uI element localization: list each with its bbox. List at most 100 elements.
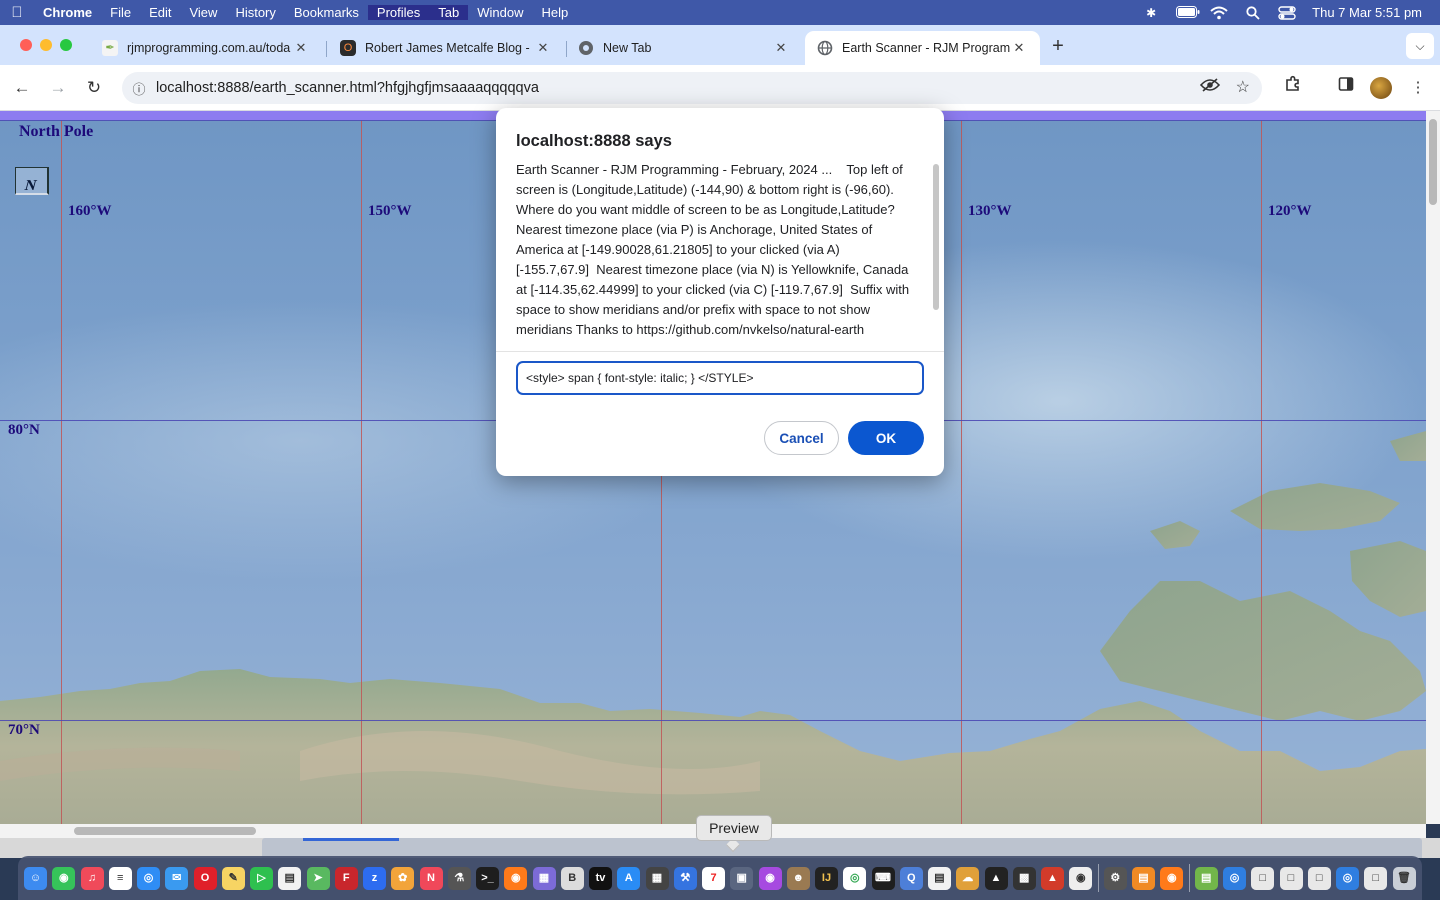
terminal-icon[interactable]: >_ [476,866,499,890]
app-store-icon[interactable]: A [617,866,641,890]
tab-new-tab[interactable]: New Tab ✕ [566,31,802,65]
filezilla-icon[interactable]: F [334,866,358,890]
apple-tv-icon[interactable]: tv [589,866,612,890]
site-info-icon[interactable]: ⓘ [122,79,156,98]
globe-stack-icon[interactable]: ◎ [1336,866,1359,890]
extensions-puzzle-icon[interactable] [1280,75,1306,101]
menu-bookmarks[interactable]: Bookmarks [285,5,368,20]
firefox-icon[interactable]: ◉ [504,866,528,890]
scroll-thumb[interactable] [933,164,939,310]
xcode-icon[interactable]: ⚒ [673,866,697,890]
messages-icon[interactable]: ◉ [52,866,76,890]
globe-stack-icon[interactable]: ◎ [1223,866,1246,890]
chrome-icon[interactable]: ◎ [843,866,867,890]
window-thumbnail-icon[interactable]: □ [1307,866,1331,890]
tab-search-chevron-down-icon[interactable]: ⌵ [1406,33,1434,59]
bbedit-icon[interactable]: B [560,866,584,890]
url-text[interactable]: localhost:8888/earth_scanner.html?hfgjhg… [156,80,539,96]
gimp-icon[interactable]: ☁ [956,866,980,890]
menu-profiles[interactable]: Profiles [367,5,430,20]
north-compass-marker[interactable]: N [15,167,49,195]
activity-monitor-icon[interactable]: ▩ [1012,866,1036,890]
profile-avatar[interactable] [1370,77,1392,99]
prompt-input[interactable] [516,361,924,395]
ok-button[interactable]: OK [848,421,924,455]
menu-file[interactable]: File [101,5,140,20]
menu-clock[interactable]: Thu 7 Mar 5:51 pm [1312,5,1422,20]
menu-edit[interactable]: Edit [140,5,180,20]
finder-icon[interactable]: ☺ [24,866,47,890]
photos-icon[interactable]: ✿ [391,866,415,890]
trash-icon[interactable]: 🗑 [1392,866,1416,890]
close-window-button[interactable] [20,39,32,51]
window-thumbnail-icon[interactable]: □ [1251,866,1275,890]
apple-menu-icon[interactable]:  [0,4,34,21]
intellij-icon[interactable]: IJ [815,866,838,890]
preview-icon[interactable]: ▣ [730,866,754,890]
side-panel-icon[interactable] [1333,75,1359,101]
safari-icon[interactable]: ◎ [137,866,160,890]
bluetooth-icon[interactable]: ✱ [1142,6,1160,20]
inkscape-icon[interactable]: ▲ [984,866,1008,890]
zoom-window-button[interactable] [60,39,72,51]
launchpad-icon[interactable]: ▦ [532,866,556,890]
vertical-scrollbar[interactable] [1426,111,1440,824]
dialog-message-scrollbar[interactable] [930,162,940,352]
podcasts-icon[interactable]: ◉ [758,866,782,890]
new-tab-plus-icon[interactable]: + [1046,35,1070,59]
maps-icon[interactable]: ➤ [306,866,330,890]
menu-tab[interactable]: Tab [429,5,469,20]
spotlight-search-icon[interactable] [1244,5,1262,20]
music-icon[interactable]: ♫ [80,866,104,890]
scroll-thumb[interactable] [74,827,256,835]
tab-earth-scanner[interactable]: Earth Scanner - RJM Program ✕ [805,31,1040,65]
kebab-menu-icon[interactable]: ⋮ [1405,75,1431,101]
scroll-thumb[interactable] [1429,119,1437,205]
document-icon[interactable]: ▤ [278,866,302,890]
android-studio-icon[interactable]: ▲ [1041,866,1064,890]
back-arrow-icon[interactable]: ← [9,75,35,101]
zoom-icon[interactable]: z [363,866,386,890]
tab-blog[interactable]: O Robert James Metcalfe Blog - ✕ [328,31,564,65]
control-center-icon[interactable] [1278,5,1296,20]
mail-icon[interactable]: ✉ [165,866,189,890]
window-thumbnail-icon[interactable]: □ [1364,866,1388,890]
close-tab-icon[interactable]: ✕ [292,40,310,56]
window-thumbnail-icon[interactable]: □ [1279,866,1303,890]
menu-history[interactable]: History [226,5,284,20]
minimize-window-button[interactable] [40,39,52,51]
notes-icon[interactable]: ✎ [221,866,245,890]
news-icon[interactable]: N [419,866,443,890]
system-settings-icon[interactable]: ⚙ [1103,866,1127,890]
facetime-icon[interactable]: ▷ [250,866,273,890]
silverlock-icon[interactable]: ⚗ [447,866,471,890]
close-tab-icon[interactable]: ✕ [534,40,552,56]
reload-icon[interactable]: ↻ [81,75,107,101]
contacts-icon[interactable]: ☻ [786,866,810,890]
textedit-icon[interactable]: ▤ [928,866,951,890]
battery-icon[interactable] [1176,5,1200,20]
tab-rjmprogramming[interactable]: ✒ rjmprogramming.com.au/toda ✕ [90,31,322,65]
wifi-icon[interactable] [1210,6,1228,20]
opera-icon[interactable]: O [193,866,217,890]
menu-view[interactable]: View [180,5,226,20]
reminders-icon[interactable]: ≡ [108,866,132,890]
gimp-wilber-icon[interactable]: ◉ [1069,866,1093,890]
cancel-button[interactable]: Cancel [764,421,839,455]
menu-app[interactable]: Chrome [34,5,101,20]
menu-window[interactable]: Window [468,5,532,20]
calculator-icon[interactable]: ▦ [645,866,669,890]
close-tab-icon[interactable]: ✕ [772,40,790,56]
console-icon[interactable]: ⌨ [871,866,895,890]
dialog-message-scroll-area[interactable]: Earth Scanner - RJM Programming - Februa… [516,160,912,350]
quicktime-icon[interactable]: Q [899,866,923,890]
folder-stack-icon[interactable]: ▤ [1194,866,1218,890]
books-icon[interactable]: ▤ [1132,866,1155,890]
eye-slash-icon[interactable] [1199,78,1221,95]
firefox-recent-icon[interactable]: ◉ [1160,866,1184,890]
address-bar[interactable]: ⓘ localhost:8888/earth_scanner.html?hfgj… [122,72,1262,104]
forward-arrow-icon[interactable]: → [45,75,71,101]
close-tab-icon[interactable]: ✕ [1010,40,1028,56]
bookmark-star-icon[interactable]: ☆ [1236,77,1250,97]
menu-help[interactable]: Help [533,5,578,20]
